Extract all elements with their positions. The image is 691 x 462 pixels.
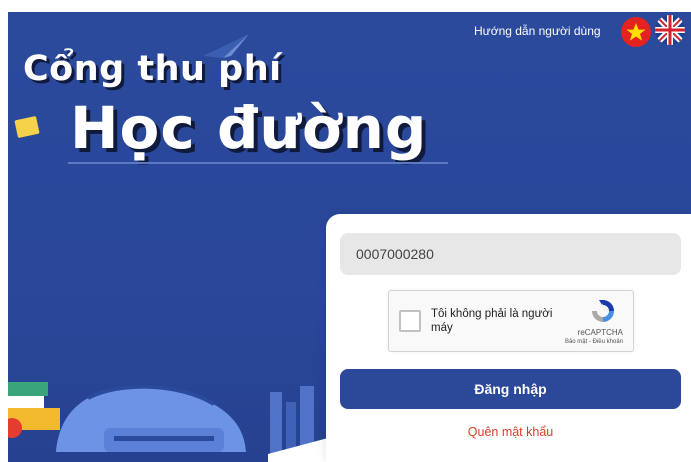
school-supplies-illustration xyxy=(8,382,340,462)
recaptcha-checkbox[interactable] xyxy=(399,310,421,332)
student-id-field[interactable] xyxy=(340,233,681,275)
vietnam-flag-icon[interactable] xyxy=(621,17,651,47)
recaptcha-logo-icon xyxy=(592,300,614,322)
title-line-1: Cổng thu phí xyxy=(23,49,282,89)
forgot-password-link[interactable]: Quên mật khẩu xyxy=(340,425,681,439)
recaptcha-terms-link[interactable]: Bảo mật - Điều khoản xyxy=(565,339,623,345)
ticket-icon xyxy=(14,115,40,139)
recaptcha-label: Tôi không phải là người máy xyxy=(431,308,553,334)
title-underline xyxy=(68,162,448,164)
uk-flag-icon[interactable] xyxy=(655,15,685,45)
recaptcha-widget: Tôi không phải là người máy reCAPTCHA Bả… xyxy=(388,290,634,352)
login-button[interactable]: Đăng nhập xyxy=(340,369,681,409)
recaptcha-brand: reCAPTCHA xyxy=(577,328,623,337)
title-line-2: Học đường xyxy=(70,94,428,162)
user-guide-link[interactable]: Hướng dẫn người dùng xyxy=(474,24,601,38)
